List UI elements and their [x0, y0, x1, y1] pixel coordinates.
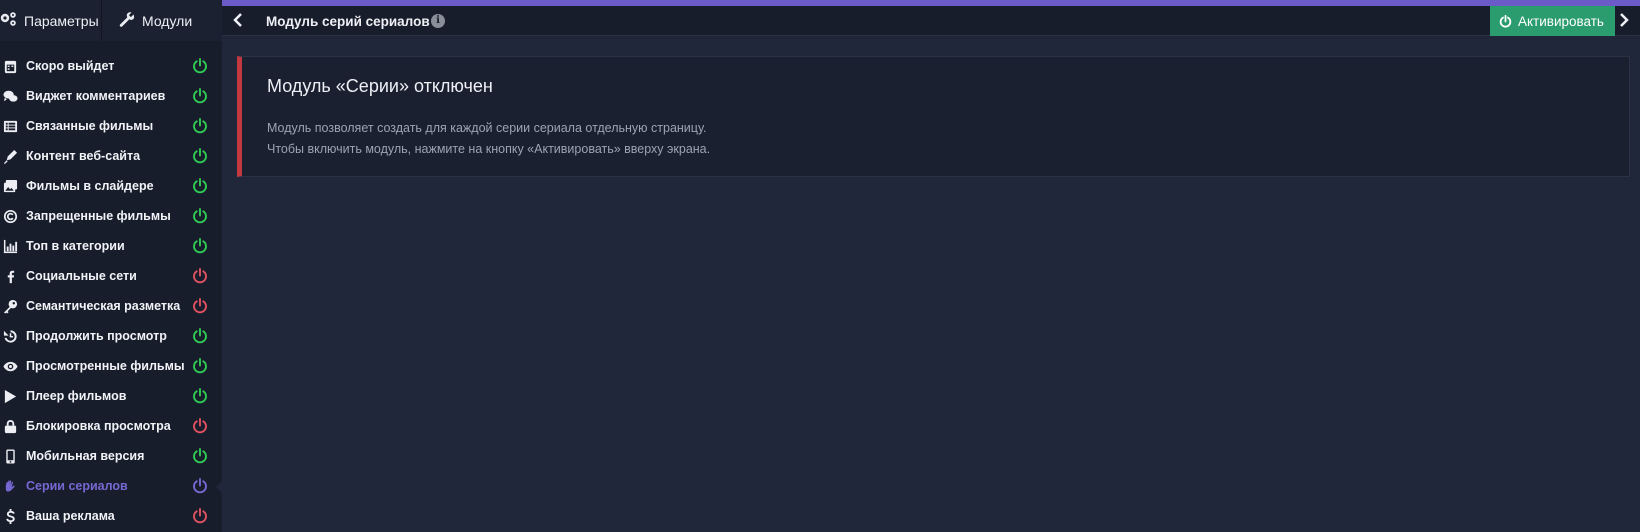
power-toggle-icon[interactable]	[192, 148, 208, 164]
sidebar-item-label: Просмотренные фильмы	[26, 359, 185, 373]
forward-button[interactable]	[1618, 12, 1634, 30]
lock-icon	[1, 418, 19, 434]
sidebar-item[interactable]: Связанные фильмы	[0, 111, 222, 141]
sidebar-item-label: Скоро выйдет	[26, 59, 115, 73]
power-toggle-icon[interactable]	[192, 328, 208, 344]
sidebar-item-label: Ваша реклама	[26, 509, 115, 523]
power-icon	[1499, 14, 1512, 28]
sidebar-item-label: Продолжить просмотр	[26, 329, 167, 343]
power-toggle-icon[interactable]	[192, 358, 208, 374]
sidebar-item[interactable]: Топ в категории	[0, 231, 222, 261]
sidebar-item[interactable]: Серии сериалов	[0, 471, 222, 501]
power-toggle-icon[interactable]	[192, 238, 208, 254]
calendar-icon	[1, 58, 19, 74]
comments-icon	[1, 88, 19, 104]
module-disabled-notice: Модуль «Серии» отключен Модуль позволяет…	[237, 56, 1630, 177]
tab-modules-label: Модули	[142, 12, 193, 29]
power-toggle-icon[interactable]	[192, 268, 208, 284]
sidebar-item[interactable]: Мобильная версия	[0, 441, 222, 471]
sidebar-item-label: Серии сериалов	[26, 479, 128, 493]
notice-line-1: Модуль позволяет создать для каждой сери…	[267, 121, 707, 135]
info-icon[interactable]: i	[431, 14, 445, 28]
sidebar: Параметры Модули Скоро выйдет Виджет комм…	[0, 0, 222, 532]
sidebar-item[interactable]: Семантическая разметка	[0, 291, 222, 321]
sidebar-item[interactable]: Блокировка просмотра	[0, 411, 222, 441]
power-toggle-icon[interactable]	[192, 448, 208, 464]
power-toggle-icon[interactable]	[192, 88, 208, 104]
hand-icon	[1, 478, 19, 494]
power-toggle-icon[interactable]	[192, 478, 208, 494]
sidebar-item-label: Мобильная версия	[26, 449, 145, 463]
top-bar: Модуль серий сериалов i Активировать	[222, 6, 1640, 36]
activate-button[interactable]: Активировать	[1490, 6, 1615, 36]
power-toggle-icon[interactable]	[192, 208, 208, 224]
eye-icon	[1, 358, 19, 374]
power-toggle-icon[interactable]	[192, 388, 208, 404]
sidebar-item-label: Фильмы в слайдере	[26, 179, 154, 193]
sidebar-item-label: Запрещенные фильмы	[26, 209, 171, 223]
activate-button-label: Активировать	[1518, 13, 1604, 29]
power-toggle-icon[interactable]	[192, 298, 208, 314]
sidebar-item[interactable]: Виджет комментариев	[0, 81, 222, 111]
power-toggle-icon[interactable]	[192, 508, 208, 524]
sidebar-item[interactable]: Плеер фильмов	[0, 381, 222, 411]
pen-icon	[1, 148, 19, 164]
sidebar-item[interactable]: Запрещенные фильмы	[0, 201, 222, 231]
history-icon	[1, 328, 19, 344]
gears-icon	[0, 11, 18, 30]
tab-parameters[interactable]: Параметры	[0, 0, 102, 41]
module-list: Скоро выйдет Виджет комментариев Связанные…	[0, 41, 222, 531]
notice-description: Модуль позволяет создать для каждой сери…	[267, 118, 710, 160]
sidebar-item-label: Плеер фильмов	[26, 389, 127, 403]
power-toggle-icon[interactable]	[192, 58, 208, 74]
sidebar-item[interactable]: Социальные сети	[0, 261, 222, 291]
chevron-right-icon	[1620, 13, 1629, 27]
images-icon	[1, 178, 19, 194]
sidebar-item[interactable]: Фильмы в слайдере	[0, 171, 222, 201]
list-icon	[1, 118, 19, 134]
notice-line-2: Чтобы включить модуль, нажмите на кнопку…	[267, 142, 711, 156]
sidebar-item[interactable]: Просмотренные фильмы	[0, 351, 222, 381]
sidebar-item-label: Топ в категории	[26, 239, 125, 253]
sidebar-item[interactable]: Ваша реклама	[0, 501, 222, 531]
sidebar-item-label: Семантическая разметка	[26, 299, 181, 313]
power-toggle-icon[interactable]	[192, 118, 208, 134]
bar-chart-icon	[1, 238, 19, 254]
sidebar-item[interactable]: Скоро выйдет	[0, 51, 222, 81]
tab-modules[interactable]: Модули	[102, 0, 222, 41]
key-icon	[1, 298, 19, 314]
dollar-icon	[1, 508, 19, 524]
sidebar-item-label: Блокировка просмотра	[26, 419, 171, 433]
power-toggle-icon[interactable]	[192, 178, 208, 194]
mobile-icon	[1, 448, 19, 464]
sidebar-item[interactable]: Контент веб-сайта	[0, 141, 222, 171]
wrench-icon	[118, 11, 136, 30]
sidebar-tabs: Параметры Модули	[0, 0, 222, 41]
chevron-left-icon	[233, 13, 242, 27]
sidebar-item-label: Контент веб-сайта	[26, 149, 141, 163]
sidebar-item-label: Виджет комментариев	[26, 89, 166, 103]
sidebar-item[interactable]: Продолжить просмотр	[0, 321, 222, 351]
play-icon	[1, 388, 19, 404]
sidebar-item-label: Связанные фильмы	[26, 119, 154, 133]
notice-title: Модуль «Серии» отключен	[267, 76, 493, 96]
page-title: Модуль серий сериалов	[266, 14, 430, 29]
facebook-icon	[1, 268, 19, 284]
sidebar-item-label: Социальные сети	[26, 269, 137, 283]
back-button[interactable]	[232, 12, 248, 30]
tab-parameters-label: Параметры	[24, 12, 99, 29]
copyright-icon	[1, 208, 19, 224]
power-toggle-icon[interactable]	[192, 418, 208, 434]
